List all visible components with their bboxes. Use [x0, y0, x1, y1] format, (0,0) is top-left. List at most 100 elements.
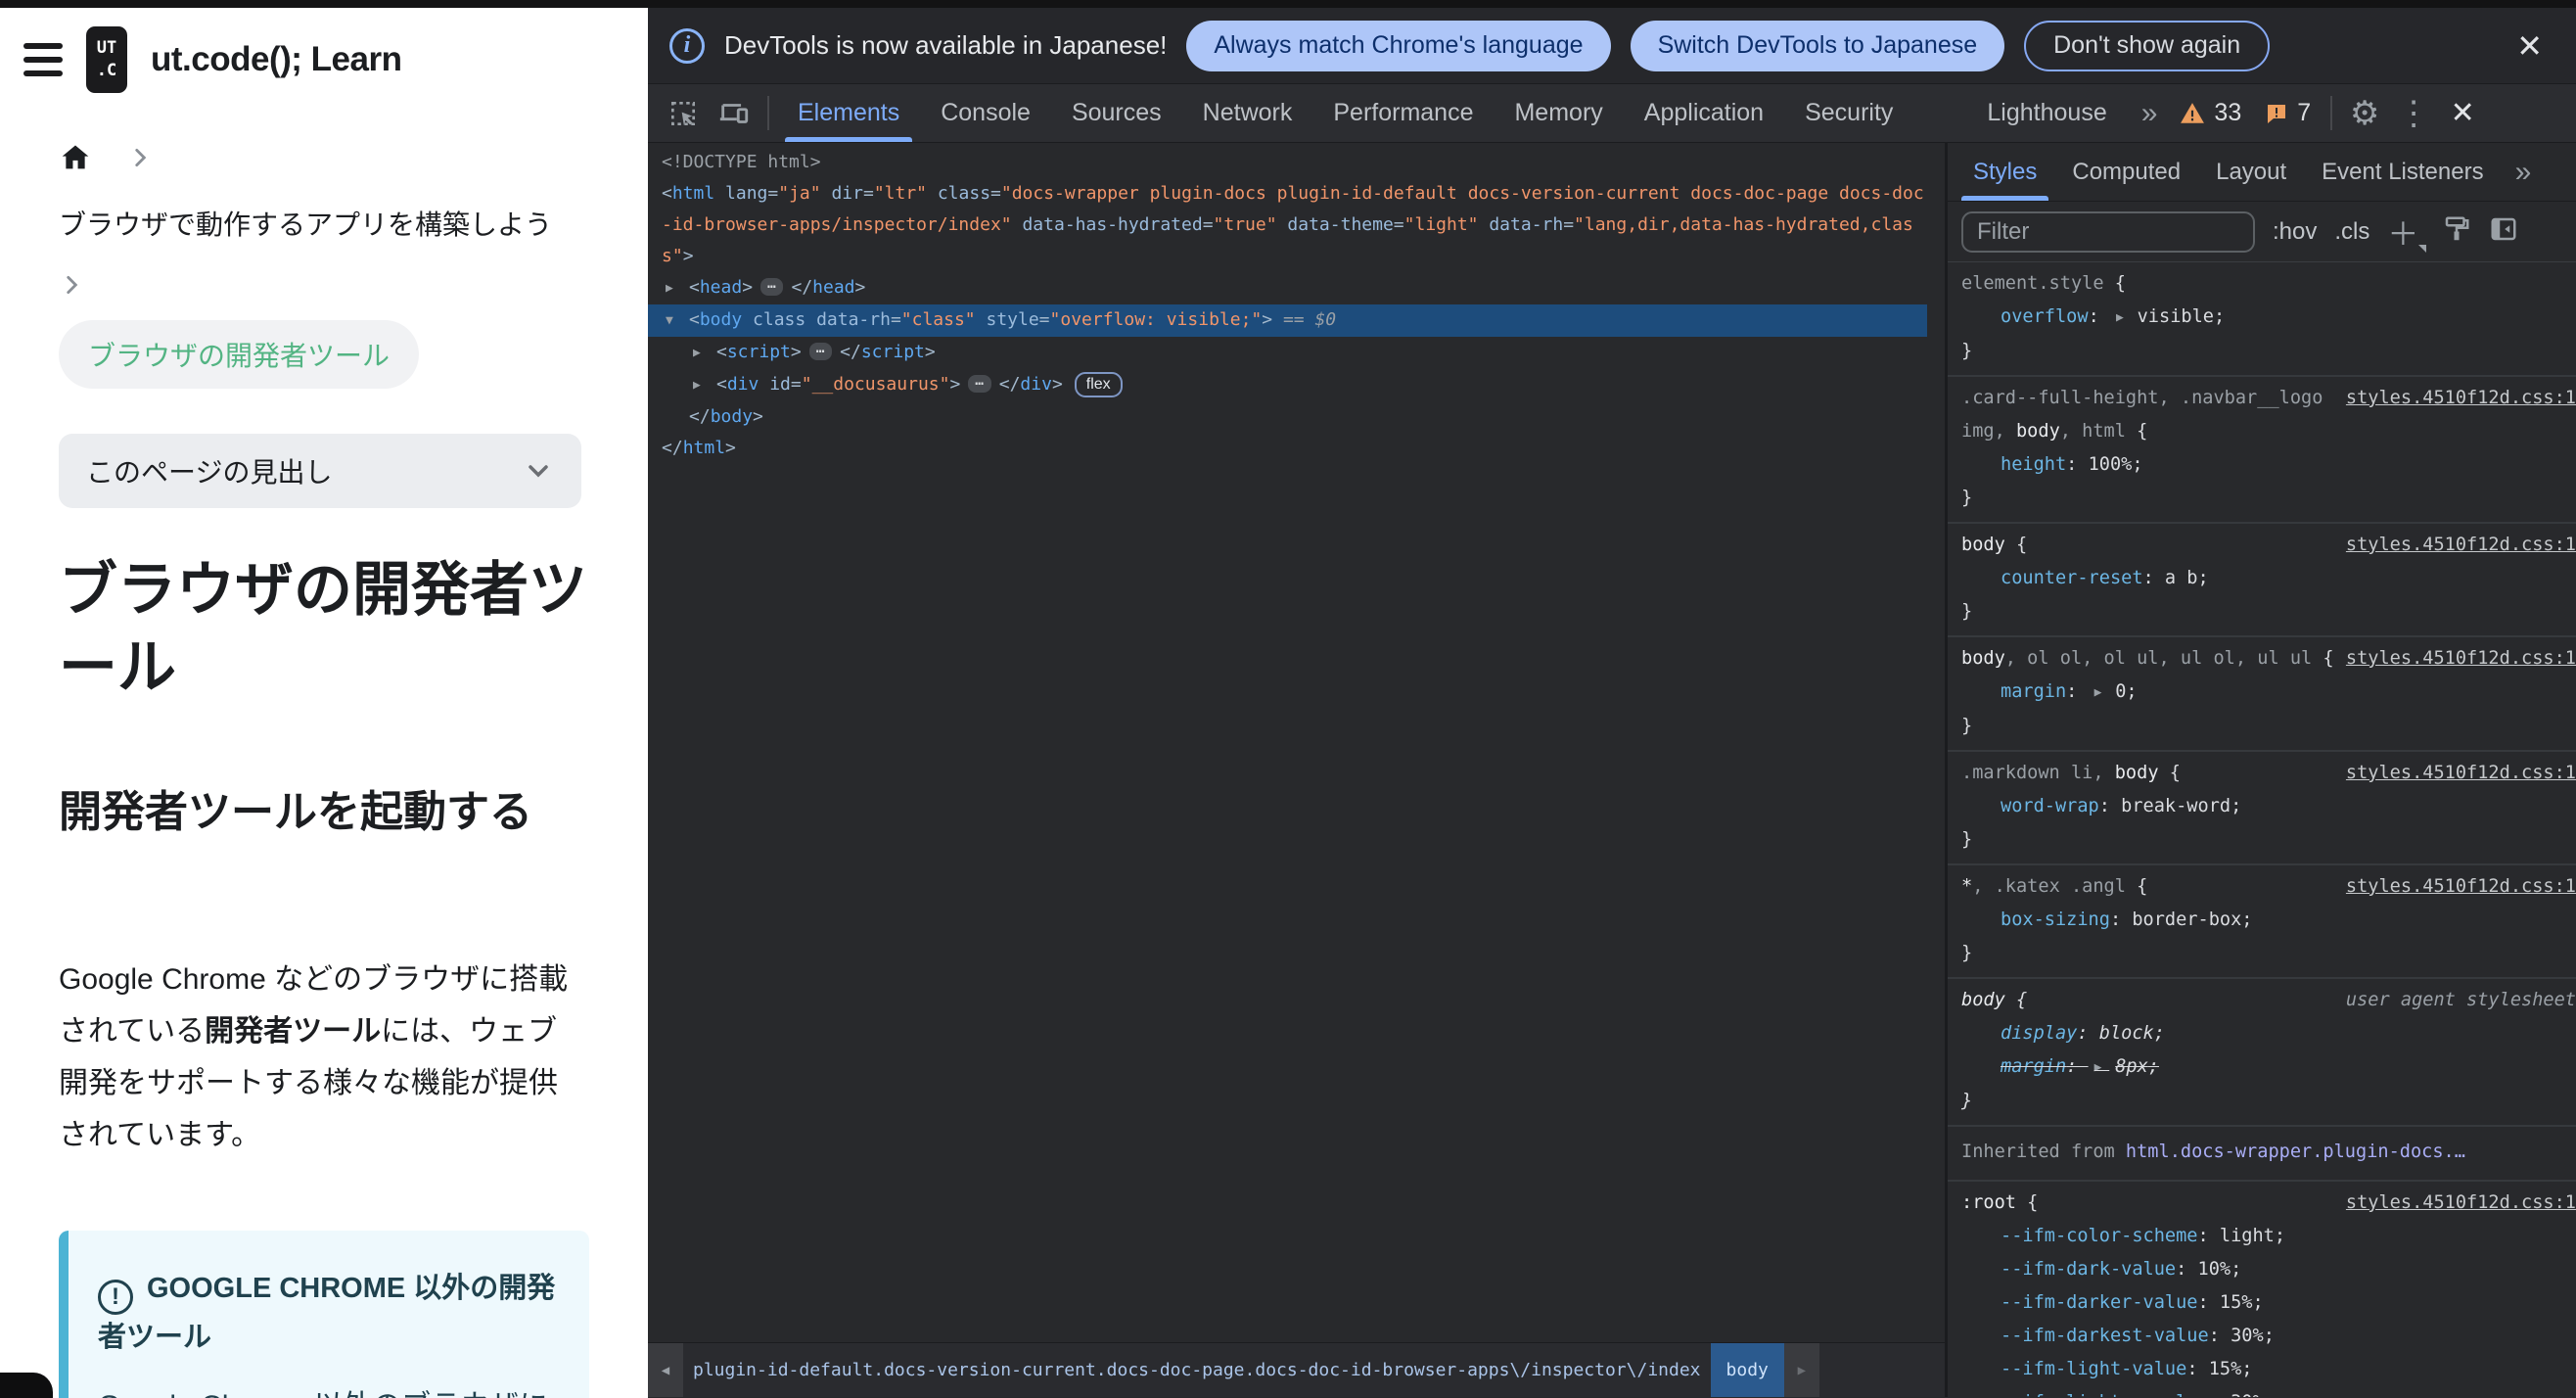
tab-lighthouse[interactable]: Lighthouse — [1966, 84, 2127, 142]
style-rule[interactable]: styles.4510f12d.css:1:root {--ifm-color-… — [1948, 1182, 2576, 1397]
stylesheet-source-link[interactable]: styles.4510f12d.css:1 — [2334, 382, 2576, 415]
css-property[interactable]: height: 100%; — [1961, 448, 2576, 482]
site-logo[interactable]: UT .C — [86, 26, 127, 93]
breadcrumb-selected-node[interactable]: body — [1710, 1343, 1784, 1397]
style-rule[interactable]: user agent stylesheet body {display: bloc… — [1948, 979, 2576, 1127]
always-match-language-button[interactable]: Always match Chrome's language — [1186, 20, 1611, 71]
css-property[interactable]: overflow: ▶ visible; — [1961, 301, 2576, 335]
kebab-menu-icon[interactable]: ⋮ — [2389, 84, 2438, 142]
flex-badge[interactable]: flex — [1074, 372, 1123, 397]
tab-performance[interactable]: Performance — [1312, 84, 1494, 142]
infobar-close-icon[interactable]: ✕ — [2505, 27, 2554, 65]
elements-tree-pane: <!DOCTYPE html> <html lang="ja" dir="ltr"… — [648, 143, 1945, 1397]
breadcrumb: ブラウザで動作するアプリを構築しよう ブラウザの開発者ツール — [59, 141, 648, 389]
corner-toast-fragment — [0, 1373, 53, 1398]
styles-sidebar: Styles Computed Layout Event Listeners »… — [1948, 143, 2576, 1397]
devtools-close-icon[interactable]: ✕ — [2438, 84, 2487, 142]
devtools-panel: i DevTools is now available in Japanese!… — [648, 8, 2576, 1398]
switch-devtools-japanese-button[interactable]: Switch DevTools to Japanese — [1630, 20, 2005, 71]
expand-arrow-icon[interactable]: ▶ — [693, 370, 716, 401]
css-property[interactable]: margin: ▶ 8px; — [1961, 1050, 2576, 1085]
css-property[interactable]: counter-reset: a b; — [1961, 562, 2576, 595]
element-classes-button[interactable]: .cls — [2334, 218, 2369, 246]
css-property[interactable]: --ifm-light-value: 15%; — [1961, 1353, 2576, 1386]
more-tabs-icon[interactable]: » — [2128, 84, 2169, 142]
expand-arrow-icon[interactable]: ▶ — [693, 338, 716, 369]
toc-collapsible[interactable]: このページの見出し — [59, 434, 581, 508]
tab-elements[interactable]: Elements — [777, 84, 920, 142]
tab-event-listeners[interactable]: Event Listeners — [2304, 143, 2501, 201]
stylesheet-source-link[interactable]: styles.4510f12d.css:1 — [2334, 1187, 2576, 1220]
style-rule[interactable]: styles.4510f12d.css:1 *, .katex .angl {bo… — [1948, 865, 2576, 979]
collapse-arrow-icon[interactable]: ▼ — [666, 305, 689, 337]
dom-tree-row[interactable]: <!DOCTYPE html> — [648, 147, 1927, 178]
issues-icon — [2268, 104, 2286, 123]
tab-styles[interactable]: Styles — [1955, 143, 2054, 201]
new-style-rule-icon[interactable]: ＋ — [2387, 210, 2427, 255]
css-property[interactable]: --ifm-dark-value: 10%; — [1961, 1253, 2576, 1286]
styles-rules-list: element.style {overflow: ▶ visible;} styl… — [1948, 262, 2576, 1397]
stylesheet-source-link[interactable]: styles.4510f12d.css:1 — [2334, 529, 2576, 562]
issues-count[interactable]: 7 — [2265, 84, 2311, 142]
dont-show-again-button[interactable]: Don't show again — [2024, 20, 2271, 71]
dom-tree-row[interactable]: ▶ <script> ⋯ </script> — [648, 337, 1927, 369]
dom-tree-row[interactable]: ▶ <div id="__docusaurus"> ⋯ </div> flex — [648, 369, 1927, 401]
css-property[interactable]: --ifm-darkest-value: 30%; — [1961, 1320, 2576, 1353]
tab-network[interactable]: Network — [1182, 84, 1313, 142]
more-sidebar-tabs-icon[interactable]: » — [2502, 143, 2543, 201]
css-property[interactable]: word-wrap: break-word; — [1961, 790, 2576, 823]
style-rule[interactable]: styles.4510f12d.css:1 .card--full-height,… — [1948, 377, 2576, 524]
css-property[interactable]: display: block; — [1961, 1017, 2576, 1050]
tab-memory[interactable]: Memory — [1494, 84, 1623, 142]
warnings-count[interactable]: 33 — [2180, 84, 2241, 142]
user-agent-stylesheet-label: user agent stylesheet — [2345, 990, 2576, 1010]
inherited-from-header[interactable]: Inherited from html.docs-wrapper.plugin-… — [1948, 1127, 2576, 1182]
toggle-element-state-button[interactable]: :hov — [2273, 218, 2317, 246]
dom-tree-row[interactable]: </html> — [648, 433, 1927, 464]
style-rule[interactable]: styles.4510f12d.css:1 body {counter-reset… — [1948, 524, 2576, 637]
logo-line-1: UT — [96, 38, 117, 59]
stylesheet-source-link[interactable]: styles.4510f12d.css:1 — [2334, 757, 2576, 790]
dom-tree-row[interactable]: </body> — [648, 401, 1927, 433]
tab-security[interactable]: Security — [1784, 84, 1913, 142]
css-property[interactable]: box-sizing: border-box; — [1961, 904, 2576, 937]
home-icon[interactable] — [59, 141, 92, 174]
dom-tree: <!DOCTYPE html> <html lang="ja" dir="ltr"… — [648, 143, 1945, 1342]
hamburger-menu-icon[interactable] — [23, 43, 63, 76]
styles-filter-input[interactable] — [1961, 210, 2255, 253]
site-title[interactable]: ut.code(); Learn — [151, 40, 402, 79]
stylesheet-source-link[interactable]: styles.4510f12d.css:1 — [2334, 642, 2576, 676]
css-property[interactable]: --ifm-lighter-value: 30%; — [1961, 1386, 2576, 1397]
breadcrumb-path[interactable]: plugin-id-default.docs-version-current.d… — [683, 1343, 1701, 1397]
inspect-element-icon[interactable] — [658, 84, 709, 142]
css-property[interactable]: margin: ▶ 0; — [1961, 676, 2576, 710]
admonition-title-text: GOOGLE CHROME 以外の開発者ツール — [98, 1272, 556, 1353]
css-property[interactable]: --ifm-color-scheme: light; — [1961, 1220, 2576, 1253]
expand-ellipsis-button[interactable]: ⋯ — [760, 278, 784, 296]
expand-arrow-icon[interactable]: ▶ — [666, 273, 689, 304]
tab-layout[interactable]: Layout — [2198, 143, 2304, 201]
tab-console[interactable]: Console — [920, 84, 1051, 142]
breadcrumb-forward-icon[interactable]: ▶ — [1783, 1343, 1819, 1397]
rendering-emulation-icon[interactable] — [2442, 214, 2471, 249]
expand-ellipsis-button[interactable]: ⋯ — [808, 343, 833, 360]
style-rule[interactable]: element.style {overflow: ▶ visible;} — [1948, 262, 2576, 377]
device-toolbar-icon[interactable] — [709, 84, 759, 142]
settings-gear-icon[interactable]: ⚙ — [2340, 84, 2389, 142]
tab-application[interactable]: Application — [1624, 84, 1784, 142]
breadcrumb-back-icon[interactable]: ◀ — [648, 1343, 683, 1397]
dom-tree-row[interactable]: ▶ <head> ⋯ </head> — [648, 272, 1927, 304]
expand-ellipsis-button[interactable]: ⋯ — [968, 375, 991, 393]
stylesheet-source-link[interactable]: styles.4510f12d.css:1 — [2334, 870, 2576, 904]
computed-sidebar-toggle-icon[interactable] — [2489, 214, 2518, 249]
toolbar-divider — [767, 96, 769, 130]
dom-tree-row[interactable]: <html lang="ja" dir="ltr" class="docs-wr… — [648, 178, 1927, 272]
style-rule[interactable]: styles.4510f12d.css:1 .markdown li, body … — [1948, 752, 2576, 865]
tab-sources[interactable]: Sources — [1051, 84, 1182, 142]
css-property[interactable]: --ifm-darker-value: 15%; — [1961, 1286, 2576, 1320]
breadcrumb-section-link[interactable]: ブラウザで動作するアプリを構築しよう — [59, 204, 648, 243]
inherited-node-link[interactable]: html.docs-wrapper.plugin-docs.… — [2126, 1142, 2465, 1162]
dom-tree-row[interactable]: ▼ <body class data-rh="class" style="over… — [648, 304, 1927, 337]
style-rule[interactable]: styles.4510f12d.css:1 body, ol ol, ol ul,… — [1948, 637, 2576, 752]
tab-computed[interactable]: Computed — [2054, 143, 2198, 201]
